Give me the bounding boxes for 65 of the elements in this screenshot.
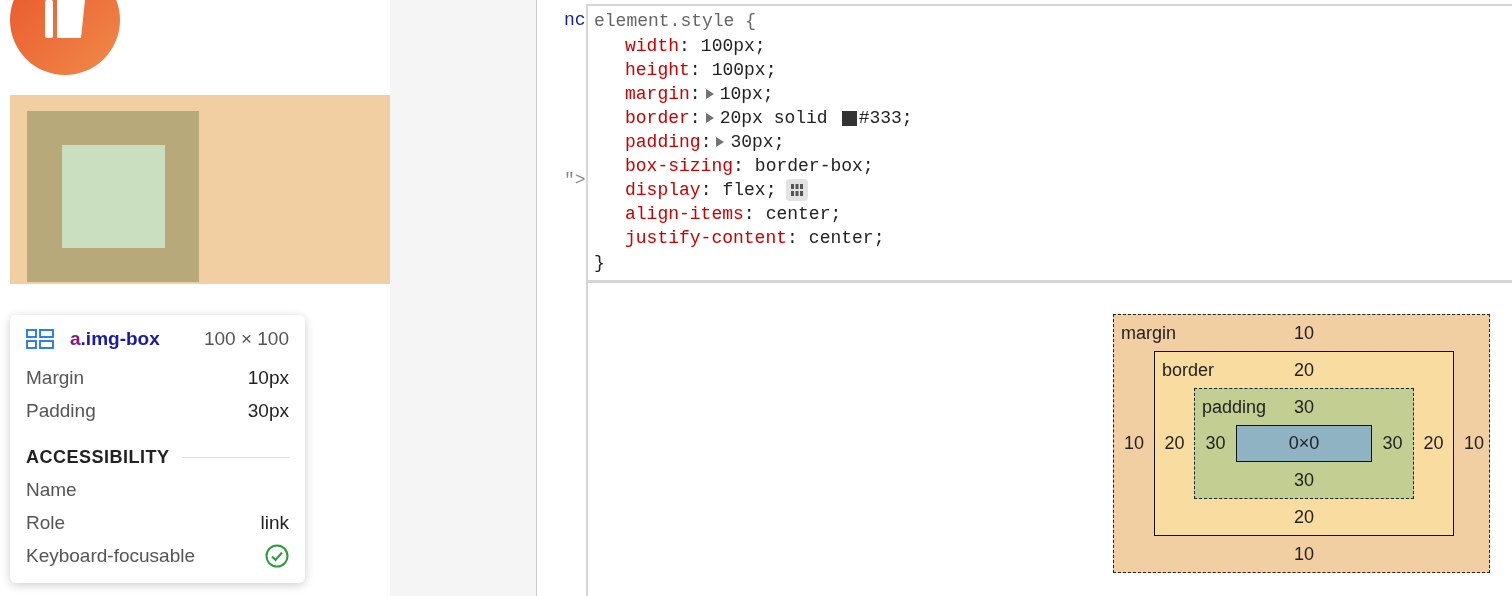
property-value: 30px (247, 399, 289, 422)
colon: : (689, 84, 701, 104)
property-label: Padding (26, 399, 96, 422)
flexbox-editor-icon[interactable] (786, 179, 809, 201)
property-label: Margin (26, 366, 85, 389)
property-label: Keyboard-focusable (26, 544, 195, 567)
box-label: border (1161, 359, 1215, 381)
css-value[interactable]: center; (808, 228, 885, 248)
box-value: 10 (1124, 433, 1144, 454)
closing-brace: } (594, 252, 606, 275)
css-property[interactable]: box-sizing (625, 156, 734, 176)
property-label: Name (26, 478, 77, 501)
css-property[interactable]: border (625, 108, 690, 128)
css-value[interactable]: 100px; (711, 60, 777, 80)
css-value[interactable]: #333; (858, 108, 913, 128)
colon: : (679, 36, 690, 56)
colon: : (689, 108, 701, 128)
colon: : (700, 180, 712, 200)
css-value[interactable]: 20px solid (719, 108, 828, 128)
css-value[interactable]: border-box; (754, 156, 874, 176)
expand-triangle-icon[interactable] (716, 137, 725, 147)
css-property[interactable]: padding (625, 132, 701, 152)
property-value: 10px (247, 366, 289, 389)
property-value: link (260, 511, 289, 534)
box-value: 20 (1294, 359, 1314, 381)
box-value: 20 (1164, 433, 1185, 454)
css-property[interactable]: justify-content (625, 228, 788, 248)
box-value: 30 (1205, 433, 1226, 454)
style-rule-selector: element.style { (594, 10, 758, 33)
css-value[interactable]: center; (765, 204, 842, 224)
html-tag-fragment: nc (564, 10, 586, 30)
box-value: 20 (1423, 433, 1444, 454)
box-value: 10 (1464, 433, 1484, 454)
colon: : (743, 204, 755, 224)
css-value[interactable]: flex; (722, 180, 777, 200)
box-label: margin (1120, 322, 1177, 344)
content-box: 0×0 (1236, 425, 1372, 462)
css-property[interactable]: align-items (625, 204, 744, 224)
color-swatch[interactable] (841, 110, 857, 126)
css-property[interactable]: margin (625, 84, 690, 104)
box-label: padding (1201, 396, 1267, 418)
section-heading: ACCESSIBILITY (26, 446, 170, 468)
expand-triangle-icon[interactable] (705, 89, 714, 99)
css-property[interactable]: height (625, 60, 690, 80)
expand-triangle-icon[interactable] (705, 113, 714, 123)
box-value: 30 (1294, 469, 1314, 492)
html-tag-fragment: "> (564, 170, 586, 190)
box-value: 30 (1294, 396, 1314, 418)
colon: : (787, 228, 798, 248)
css-value[interactable]: 100px; (700, 36, 766, 56)
colon: : (700, 132, 712, 152)
element-selector: a.img-box (70, 328, 160, 350)
css-value[interactable]: 30px; (730, 132, 785, 152)
layout-grid-icon (26, 329, 54, 349)
box-value: 30 (1382, 433, 1403, 454)
css-property[interactable]: width (625, 36, 679, 56)
box-value: 20 (1294, 506, 1314, 529)
colon: : (689, 60, 701, 80)
css-value[interactable]: 10px; (719, 84, 774, 104)
property-label: Role (26, 511, 66, 534)
box-value: 10 (1294, 322, 1314, 344)
colon: : (733, 156, 744, 176)
element-size: 100 × 100 (203, 328, 289, 350)
css-property[interactable]: display (625, 180, 701, 200)
box-value: 10 (1294, 543, 1314, 566)
